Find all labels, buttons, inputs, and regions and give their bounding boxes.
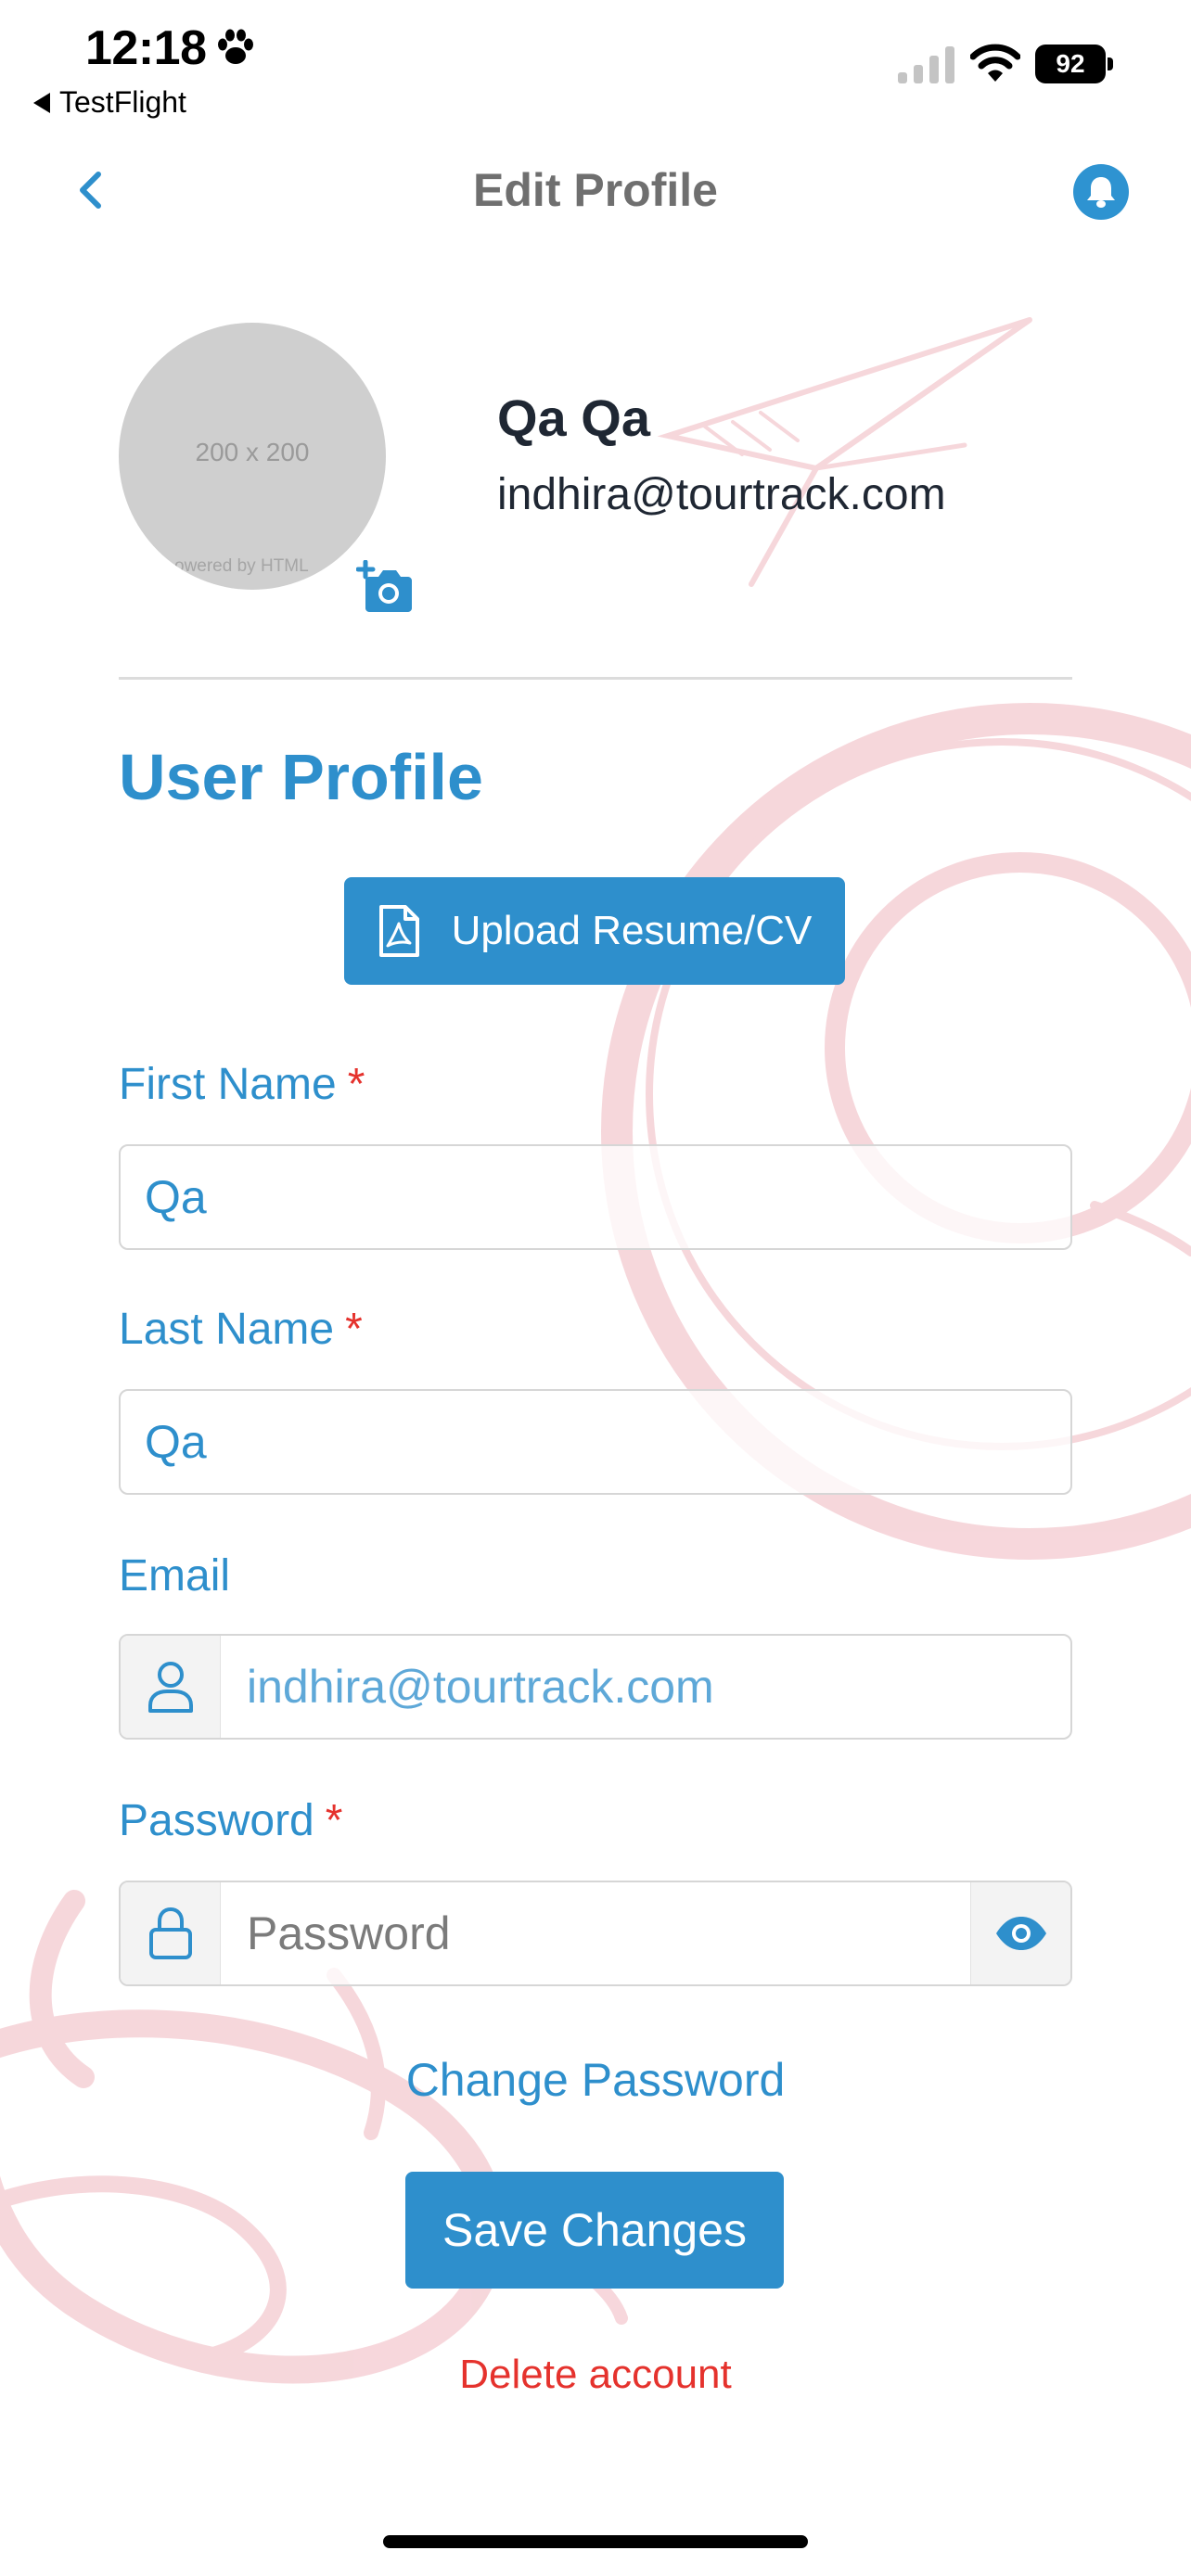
- pdf-file-icon: [378, 905, 419, 957]
- password-field[interactable]: Password: [119, 1881, 1072, 1986]
- email-label: Email: [119, 1551, 231, 1600]
- last-name-value: Qa: [145, 1416, 207, 1468]
- last-name-label: Last Name *: [119, 1304, 363, 1355]
- battery-cap: [1108, 57, 1113, 70]
- home-indicator: [383, 2535, 808, 2548]
- bell-icon: [1087, 177, 1115, 208]
- first-name-input[interactable]: Qa: [119, 1144, 1072, 1250]
- signal-icon: [898, 46, 954, 83]
- camera-add-icon[interactable]: [356, 560, 414, 614]
- upload-resume-label: Upload Resume/CV: [451, 908, 813, 953]
- lock-icon: [148, 1906, 192, 1959]
- avatar-caption: owered by HTML: [174, 556, 309, 576]
- back-to-app-link[interactable]: TestFlight: [33, 85, 186, 120]
- last-name-label-text: Last Name: [119, 1305, 335, 1354]
- first-name-label-text: First Name: [119, 1060, 337, 1109]
- email-value: indhira@tourtrack.com: [247, 1661, 714, 1713]
- email-field[interactable]: indhira@tourtrack.com: [119, 1634, 1072, 1740]
- upload-resume-button[interactable]: Upload Resume/CV: [344, 877, 845, 985]
- profile-email: indhira@tourtrack.com: [497, 470, 946, 519]
- password-label-text: Password: [119, 1796, 314, 1845]
- back-app-label: TestFlight: [59, 85, 186, 119]
- avatar[interactable]: 200 x 200 owered by HTML: [119, 323, 386, 590]
- toggle-password-visibility[interactable]: [970, 1882, 1070, 1984]
- battery-icon: 92: [1035, 45, 1113, 83]
- required-marker: *: [347, 1060, 365, 1109]
- notifications-button[interactable]: [1073, 164, 1129, 220]
- first-name-label: First Name *: [119, 1059, 365, 1110]
- change-password-link[interactable]: Change Password: [0, 2053, 1191, 2107]
- divider: [119, 677, 1072, 680]
- last-name-input[interactable]: Qa: [119, 1389, 1072, 1495]
- required-marker: *: [345, 1305, 363, 1354]
- required-marker: *: [325, 1796, 343, 1845]
- section-title: User Profile: [119, 741, 483, 813]
- password-addon: [121, 1882, 221, 1984]
- delete-account-link[interactable]: Delete account: [0, 2352, 1191, 2398]
- email-addon: [121, 1636, 221, 1738]
- first-name-value: Qa: [145, 1171, 207, 1223]
- user-icon: [147, 1662, 193, 1713]
- paw-icon: [218, 29, 253, 64]
- wifi-icon: [970, 44, 1020, 82]
- status-time: 12:18: [85, 21, 207, 75]
- back-triangle-icon: [33, 92, 50, 113]
- page-title: Edit Profile: [473, 164, 718, 216]
- save-changes-button[interactable]: Save Changes: [405, 2172, 784, 2289]
- password-label: Password *: [119, 1795, 342, 1846]
- battery-level: 92: [1035, 45, 1106, 83]
- avatar-placeholder-text: 200 x 200: [195, 438, 310, 466]
- password-placeholder: Password: [247, 1907, 451, 1959]
- profile-name: Qa Qa: [497, 389, 650, 447]
- eye-icon: [995, 1917, 1046, 1950]
- status-bar: 12:18 TestFlight 92: [0, 0, 1191, 130]
